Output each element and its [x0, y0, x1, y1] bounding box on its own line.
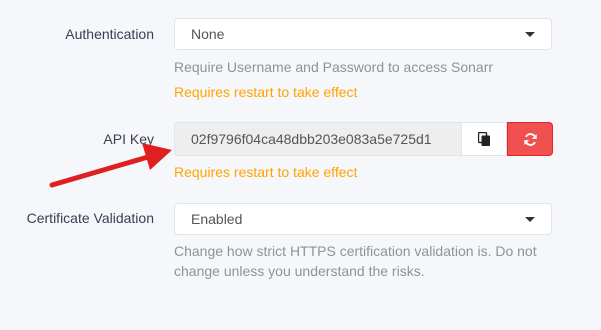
certificate-validation-label: Certificate Validation [26, 210, 154, 226]
api-key-label: API Key [103, 131, 154, 147]
chevron-down-icon [525, 217, 535, 222]
authentication-help-text: Require Username and Password to access … [174, 59, 494, 75]
api-key-restart-warning: Requires restart to take effect [174, 164, 358, 180]
certificate-validation-select-value: Enabled [191, 211, 243, 227]
refresh-icon [524, 133, 537, 146]
copy-icon [478, 132, 490, 146]
regenerate-api-key-button[interactable] [507, 122, 553, 156]
authentication-restart-warning: Requires restart to take effect [174, 84, 358, 100]
certificate-validation-help-text: Change how strict HTTPS certification va… [174, 243, 537, 279]
chevron-down-icon [525, 32, 535, 37]
authentication-label: Authentication [65, 26, 154, 42]
authentication-select[interactable]: None [174, 18, 552, 50]
api-key-value: 02f9796f04ca48dbb203e083a5e725d1 [191, 131, 432, 147]
copy-api-key-button[interactable] [461, 122, 507, 156]
api-key-field[interactable]: 02f9796f04ca48dbb203e083a5e725d1 [174, 122, 461, 156]
authentication-select-value: None [191, 26, 225, 42]
certificate-validation-select[interactable]: Enabled [174, 203, 552, 235]
